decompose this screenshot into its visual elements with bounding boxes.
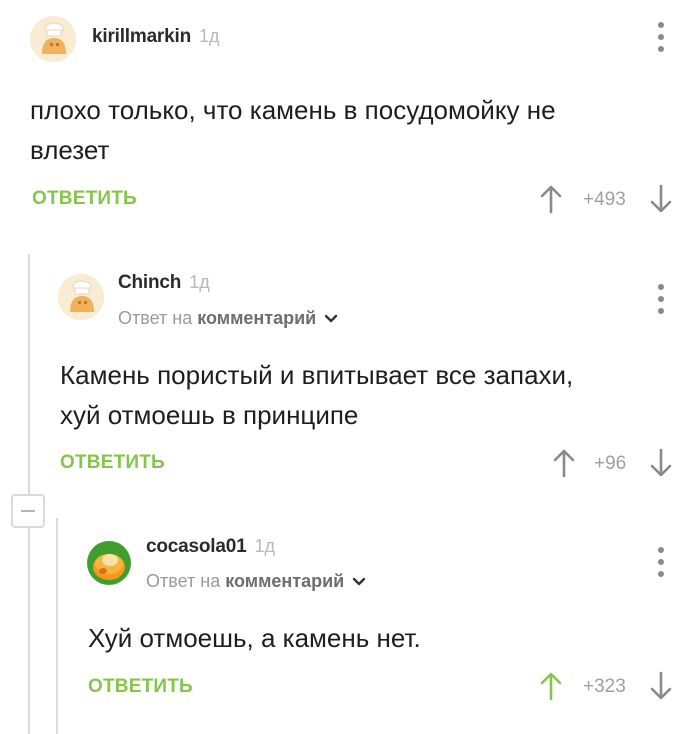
upvote-arrow-icon[interactable] (553, 448, 575, 483)
comment-body: плохо только, что камень в посудомойку н… (30, 90, 670, 170)
avatar[interactable] (30, 16, 76, 62)
comment-time: 1д (189, 272, 210, 292)
reply-to-prefix: Ответ на (118, 308, 198, 328)
reply-to-link[interactable]: Ответ на комментарий (146, 571, 367, 592)
downvote-arrow-icon[interactable] (650, 184, 672, 219)
chevron-down-icon (353, 577, 366, 585)
avatar-bun-icon (87, 541, 131, 585)
comment-text-line: плохо только, что камень в посудомойку н… (30, 95, 556, 125)
comment-text-line: Хуй отмоешь, а камень нет. (88, 623, 421, 653)
kebab-menu-icon[interactable] (657, 547, 665, 577)
reply-button[interactable]: ОТВЕТИТЬ (60, 452, 165, 474)
reply-to-link[interactable]: Ответ на комментарий (118, 308, 339, 329)
upvote-arrow-icon[interactable] (540, 671, 562, 706)
comment-text-line: Камень пористый и впитывает все запахи, (60, 360, 574, 390)
reply-button[interactable]: ОТВЕТИТЬ (88, 676, 193, 698)
comment-username[interactable]: cocasola01 (146, 536, 247, 558)
kebab-menu-icon[interactable] (657, 284, 665, 314)
reply-to-prefix: Ответ на (146, 571, 226, 591)
chevron-down-icon (325, 314, 338, 322)
comment-username[interactable]: kirillmarkin (92, 26, 191, 48)
comment-username[interactable]: Chinch (118, 272, 181, 294)
comment-body: Хуй отмоешь, а камень нет. (88, 618, 658, 658)
vote-score: +96 (594, 453, 627, 474)
thread-line[interactable] (28, 528, 30, 734)
collapse-thread-icon[interactable] (11, 494, 45, 528)
downvote-arrow-icon[interactable] (650, 671, 672, 706)
comment-time: 1д (254, 536, 275, 556)
thread-line[interactable] (56, 518, 58, 734)
comment-time: 1д (198, 26, 220, 46)
thread-line[interactable] (28, 254, 30, 494)
avatar[interactable] (58, 274, 104, 320)
reply-button[interactable]: ОТВЕТИТЬ (32, 188, 137, 210)
vote-score: +323 (583, 676, 626, 697)
downvote-arrow-icon[interactable] (650, 448, 672, 483)
vote-score: +493 (583, 189, 626, 210)
upvote-arrow-icon[interactable] (540, 184, 562, 219)
reply-to-target: комментарий (197, 308, 317, 328)
avatar[interactable] (86, 540, 132, 586)
comment-body: Камень пористый и впитывает все запахи, … (60, 355, 660, 435)
comment-text-line: влезет (30, 135, 110, 165)
reply-to-target: комментарий (225, 571, 345, 591)
kebab-menu-icon[interactable] (657, 22, 665, 52)
avatar-cook-icon (58, 274, 104, 320)
avatar-cook-icon (30, 16, 76, 62)
comment-text-line: хуй отмоешь в принципе (60, 400, 359, 430)
